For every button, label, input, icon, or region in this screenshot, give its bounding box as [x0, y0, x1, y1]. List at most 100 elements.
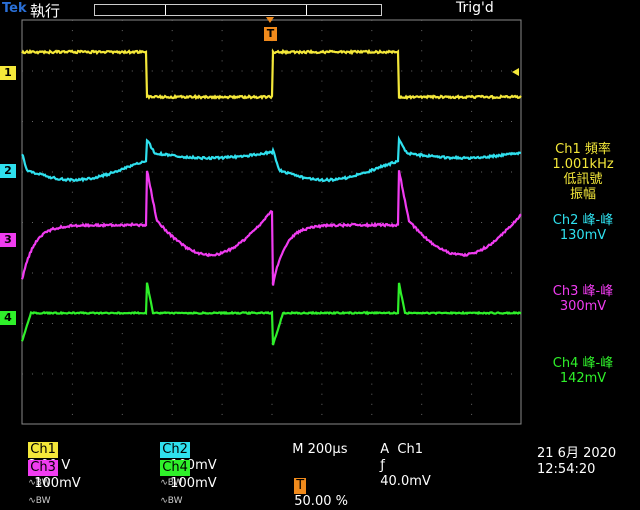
grid-dot: [222, 182, 223, 183]
grid-dot: [321, 394, 322, 395]
grid-dot: [371, 303, 372, 304]
grid-dot: [321, 20, 322, 21]
meas-ch4-label: Ch4 峰-峰: [527, 356, 639, 371]
grid-dot: [152, 323, 153, 324]
grid-dot: [401, 121, 402, 122]
grid-dot: [272, 111, 273, 112]
grid-dot: [142, 172, 143, 173]
grid-dot: [491, 71, 492, 72]
grid-dot: [152, 121, 153, 122]
grid-dot: [451, 121, 452, 122]
grid-dot: [102, 121, 103, 122]
grid-dot: [202, 172, 203, 173]
grid-dot: [471, 323, 472, 324]
grid-dot: [122, 232, 123, 233]
grid-dot: [122, 40, 123, 41]
grid-dot: [421, 202, 422, 203]
grid-dot: [411, 323, 412, 324]
grid-dot: [421, 91, 422, 92]
grid-dot: [222, 151, 223, 152]
grid-dot: [371, 91, 372, 92]
grid-dot: [72, 262, 73, 263]
grid-dot: [321, 192, 322, 193]
grid-dot: [311, 222, 312, 223]
grid-dot: [242, 273, 243, 274]
grid-dot: [172, 293, 173, 294]
grid-dot: [92, 374, 93, 375]
grid-dot: [122, 222, 123, 223]
grid-dot: [481, 374, 482, 375]
grid-dot: [122, 363, 123, 364]
grid-dot: [471, 212, 472, 213]
grid-dot: [341, 121, 342, 122]
timebase-readout[interactable]: M 200µs: [284, 426, 347, 458]
grid-dot: [421, 343, 422, 344]
grid-dot: [222, 333, 223, 334]
grid-dot: [321, 384, 322, 385]
grid-dot: [471, 30, 472, 31]
grid-dot: [421, 262, 422, 263]
grid-dot: [421, 121, 422, 122]
grid-dot: [32, 374, 33, 375]
grid-dot: [441, 323, 442, 324]
grid-dot: [222, 81, 223, 82]
grid-dot: [182, 374, 183, 375]
grid-dot: [421, 374, 422, 375]
grid-dot: [52, 121, 53, 122]
trigger-arrow-icon: [266, 17, 274, 23]
grid-dot: [421, 222, 422, 223]
grid-dot: [202, 121, 203, 122]
grid-dot: [371, 101, 372, 102]
grid-dot: [222, 131, 223, 132]
grid-dot: [172, 20, 173, 21]
grid-dot: [301, 374, 302, 375]
grid-dot: [471, 111, 472, 112]
grid-dot: [481, 121, 482, 122]
grid-dot: [172, 121, 173, 122]
grid-dot: [182, 172, 183, 173]
grid-dot: [421, 111, 422, 112]
ch4-marker[interactable]: 4: [0, 311, 16, 325]
grid-dot: [451, 71, 452, 72]
grid-dot: [242, 222, 243, 223]
ch3-marker[interactable]: 3: [0, 233, 16, 247]
grid-dot: [411, 121, 412, 122]
grid-dot: [371, 40, 372, 41]
grid-dot: [252, 222, 253, 223]
ch2-marker[interactable]: 2: [0, 164, 16, 178]
grid-dot: [192, 172, 193, 173]
grid-dot: [331, 323, 332, 324]
grid-dot: [122, 60, 123, 61]
grid-dot: [122, 323, 123, 324]
trigger-readout[interactable]: A Ch1 ƒ 40.0mV: [372, 426, 431, 490]
ch3-readout[interactable]: Ch3 100mV ∿BW: [20, 444, 81, 509]
trigger-position-marker[interactable]: T: [264, 27, 277, 41]
grid-dot: [501, 71, 502, 72]
grid-dot: [22, 323, 23, 324]
grid-dot: [471, 20, 472, 21]
grid-dot: [72, 222, 73, 223]
grid-dot: [272, 141, 273, 142]
grid-dot: [72, 40, 73, 41]
trigger-position-readout[interactable]: T 50.00 %: [286, 462, 348, 510]
meas-ch1-note1: 低訊號: [527, 172, 639, 187]
ch4-scale: 100mV: [170, 476, 216, 491]
grid-dot: [132, 374, 133, 375]
grid-dot: [222, 50, 223, 51]
grid-dot: [152, 172, 153, 173]
grid-dot: [321, 40, 322, 41]
grid-dot: [202, 71, 203, 72]
grid-dot: [42, 172, 43, 173]
grid-dot: [22, 121, 23, 122]
grid-dot: [371, 414, 372, 415]
grid-dot: [172, 40, 173, 41]
grid-dot: [471, 40, 472, 41]
ch4-readout[interactable]: Ch4 100mV ∿BW: [152, 444, 217, 509]
grid-dot: [72, 172, 73, 173]
grid-dot: [321, 71, 322, 72]
grid-dot: [371, 111, 372, 112]
grid-dot: [371, 30, 372, 31]
grid-dot: [172, 50, 173, 51]
meas-ch1-value: 1.001kHz: [527, 157, 639, 172]
ch1-marker[interactable]: 1: [0, 66, 16, 80]
